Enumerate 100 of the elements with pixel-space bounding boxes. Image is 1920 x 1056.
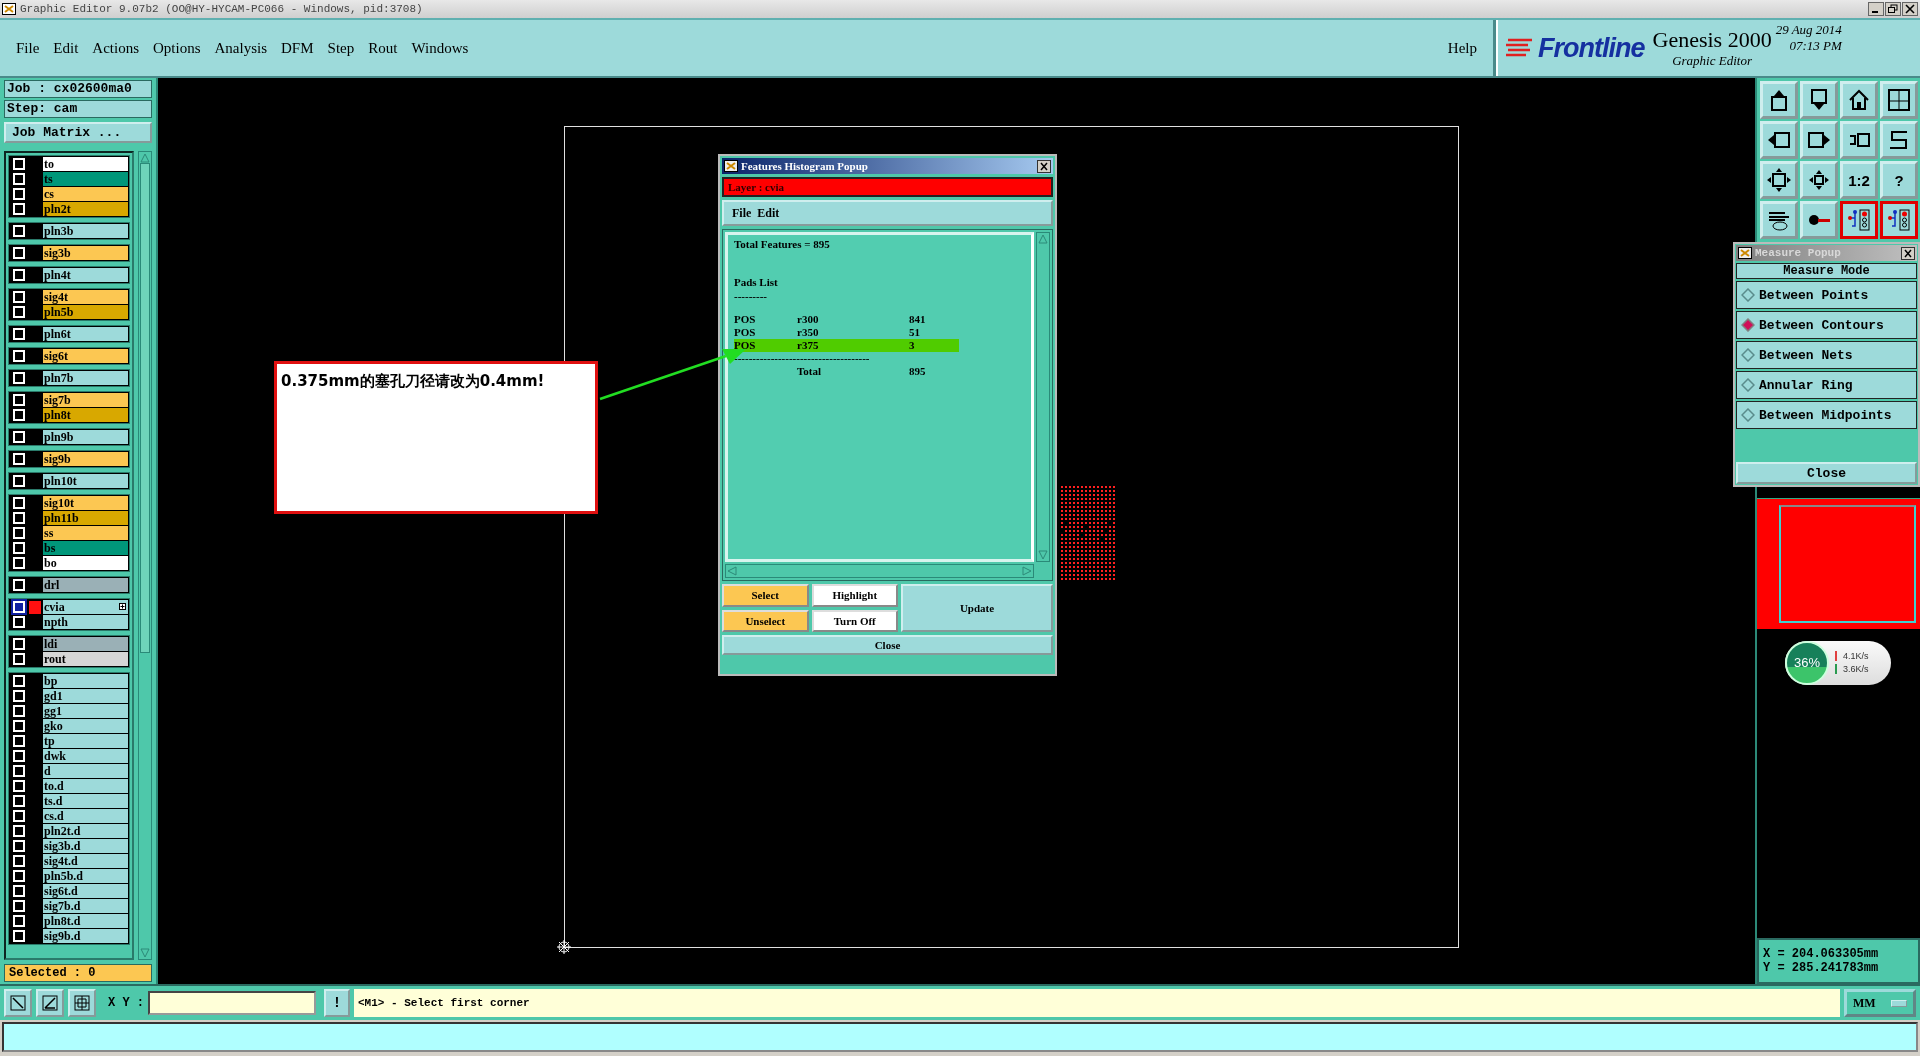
layer-name[interactable]: rout	[43, 652, 128, 666]
layer-checkbox[interactable]	[13, 158, 25, 170]
mode-option[interactable]: Annular Ring	[1736, 371, 1917, 399]
pad-row[interactable]: POS r375 3	[734, 339, 959, 352]
restore-icon[interactable]	[1885, 2, 1901, 16]
radio-diamond[interactable]	[1741, 318, 1755, 332]
layer-name[interactable]: pln3b	[43, 224, 128, 238]
menu-item[interactable]: Rout	[362, 37, 404, 59]
layer-checkbox[interactable]	[13, 350, 25, 362]
layer-checkbox[interactable]	[13, 291, 25, 303]
radio-diamond[interactable]	[1741, 288, 1755, 302]
menu-item[interactable]: Edit	[757, 205, 780, 221]
layer-name[interactable]: sig3b.d	[43, 839, 128, 853]
layer-checkbox[interactable]	[13, 512, 25, 524]
scroll-thumb[interactable]	[140, 163, 150, 653]
layer-name[interactable]: sig6t.d	[43, 884, 128, 898]
layer-name[interactable]: ss	[43, 526, 128, 540]
layer-checkbox[interactable]	[13, 780, 25, 792]
action-button[interactable]: Unselect	[722, 609, 809, 632]
layer-checkbox[interactable]	[13, 810, 25, 822]
layer-checkbox[interactable]	[13, 616, 25, 628]
scrollbar[interactable]	[138, 151, 152, 960]
layer-checkbox[interactable]	[13, 372, 25, 384]
layer-name[interactable]: pln8t	[43, 408, 128, 422]
layer-name[interactable]: pln9b	[43, 430, 128, 444]
layer-checkbox[interactable]	[13, 328, 25, 340]
layer-checkbox[interactable]	[13, 601, 25, 613]
close-icon[interactable]	[1902, 2, 1918, 16]
layer-checkbox[interactable]	[13, 527, 25, 539]
menu-item[interactable]: DFM	[275, 37, 320, 59]
alert-button[interactable]: !	[324, 989, 350, 1017]
layer-name[interactable]: d	[43, 764, 128, 778]
layer-name[interactable]: bo	[43, 556, 128, 570]
mode-option[interactable]: Between Midpoints	[1736, 401, 1917, 429]
layer-name[interactable]: cvia	[43, 600, 128, 614]
layer-checkbox[interactable]	[13, 720, 25, 732]
menu-item[interactable]: Windows	[405, 37, 475, 59]
layer-checkbox[interactable]	[13, 409, 25, 421]
layer-checkbox[interactable]	[13, 885, 25, 897]
layer-name[interactable]: ts	[43, 172, 128, 186]
layer-name[interactable]: ts.d	[43, 794, 128, 808]
minimize-icon[interactable]	[1868, 2, 1884, 16]
layer-checkbox[interactable]	[13, 690, 25, 702]
menu-item[interactable]: File	[732, 205, 752, 221]
close-button[interactable]: Close	[722, 635, 1053, 655]
layer-checkbox[interactable]	[13, 855, 25, 867]
layer-name[interactable]: pln2t	[43, 202, 128, 216]
radio-diamond[interactable]	[1741, 348, 1755, 362]
layer-name[interactable]: cs.d	[43, 809, 128, 823]
layer-checkbox[interactable]	[13, 431, 25, 443]
layer-name[interactable]: drl	[43, 578, 128, 592]
layer-checkbox[interactable]	[13, 750, 25, 762]
layer-checkbox[interactable]	[13, 915, 25, 927]
layer-name[interactable]: pln11b	[43, 511, 128, 525]
layer-name[interactable]: sig6t	[43, 349, 128, 363]
layer-name[interactable]: pln2t.d	[43, 824, 128, 838]
layer-checkbox[interactable]	[13, 225, 25, 237]
close-button[interactable]: Close	[1736, 462, 1917, 484]
pad-row[interactable]: POS r300 841	[734, 313, 959, 326]
layer-checkbox[interactable]	[13, 653, 25, 665]
layer-checkbox[interactable]	[13, 795, 25, 807]
layer-checkbox[interactable]	[13, 705, 25, 717]
layer-checkbox[interactable]	[13, 579, 25, 591]
action-button[interactable]: Select	[722, 584, 809, 607]
menu-item[interactable]: Options	[147, 37, 207, 59]
layer-name[interactable]: sig4t.d	[43, 854, 128, 868]
mode-option[interactable]: Between Contours	[1736, 311, 1917, 339]
menu-item[interactable]: Actions	[86, 37, 145, 59]
help-menu[interactable]: Help	[1441, 37, 1483, 59]
layer-checkbox[interactable]	[13, 453, 25, 465]
layer-name[interactable]: gko	[43, 719, 128, 733]
layer-checkbox[interactable]	[13, 735, 25, 747]
toolbar-button[interactable]: 1:2	[1840, 161, 1878, 199]
layer-name[interactable]: sig4t	[43, 290, 128, 304]
pad-row[interactable]: POS r350 51	[734, 326, 959, 339]
menu-item[interactable]: Analysis	[208, 37, 274, 59]
layer-checkbox[interactable]	[13, 765, 25, 777]
layer-name[interactable]: pln7b	[43, 371, 128, 385]
layer-name[interactable]: ldi	[43, 637, 128, 651]
layer-name[interactable]: to	[43, 157, 128, 171]
layer-name[interactable]: bp	[43, 674, 128, 688]
layer-checkbox[interactable]	[13, 269, 25, 281]
update-button[interactable]: Update	[901, 584, 1053, 632]
layer-checkbox[interactable]	[13, 638, 25, 650]
layer-name[interactable]: npth	[43, 615, 128, 629]
layer-checkbox[interactable]	[13, 840, 25, 852]
mode-option[interactable]: Between Points	[1736, 281, 1917, 309]
layer-checkbox[interactable]	[13, 675, 25, 687]
layer-checkbox[interactable]	[13, 394, 25, 406]
radio-diamond[interactable]	[1741, 378, 1755, 392]
xy-input[interactable]	[148, 991, 316, 1015]
layer-name[interactable]: sig3b	[43, 246, 128, 260]
menu-item[interactable]: File	[10, 37, 46, 59]
job-matrix-button[interactable]: Job Matrix ...	[4, 122, 152, 143]
layer-name[interactable]: sig7b.d	[43, 899, 128, 913]
layer-checkbox[interactable]	[13, 188, 25, 200]
layer-checkbox[interactable]	[13, 475, 25, 487]
layer-name[interactable]: tp	[43, 734, 128, 748]
layer-name[interactable]: gd1	[43, 689, 128, 703]
layer-checkbox[interactable]	[13, 900, 25, 912]
